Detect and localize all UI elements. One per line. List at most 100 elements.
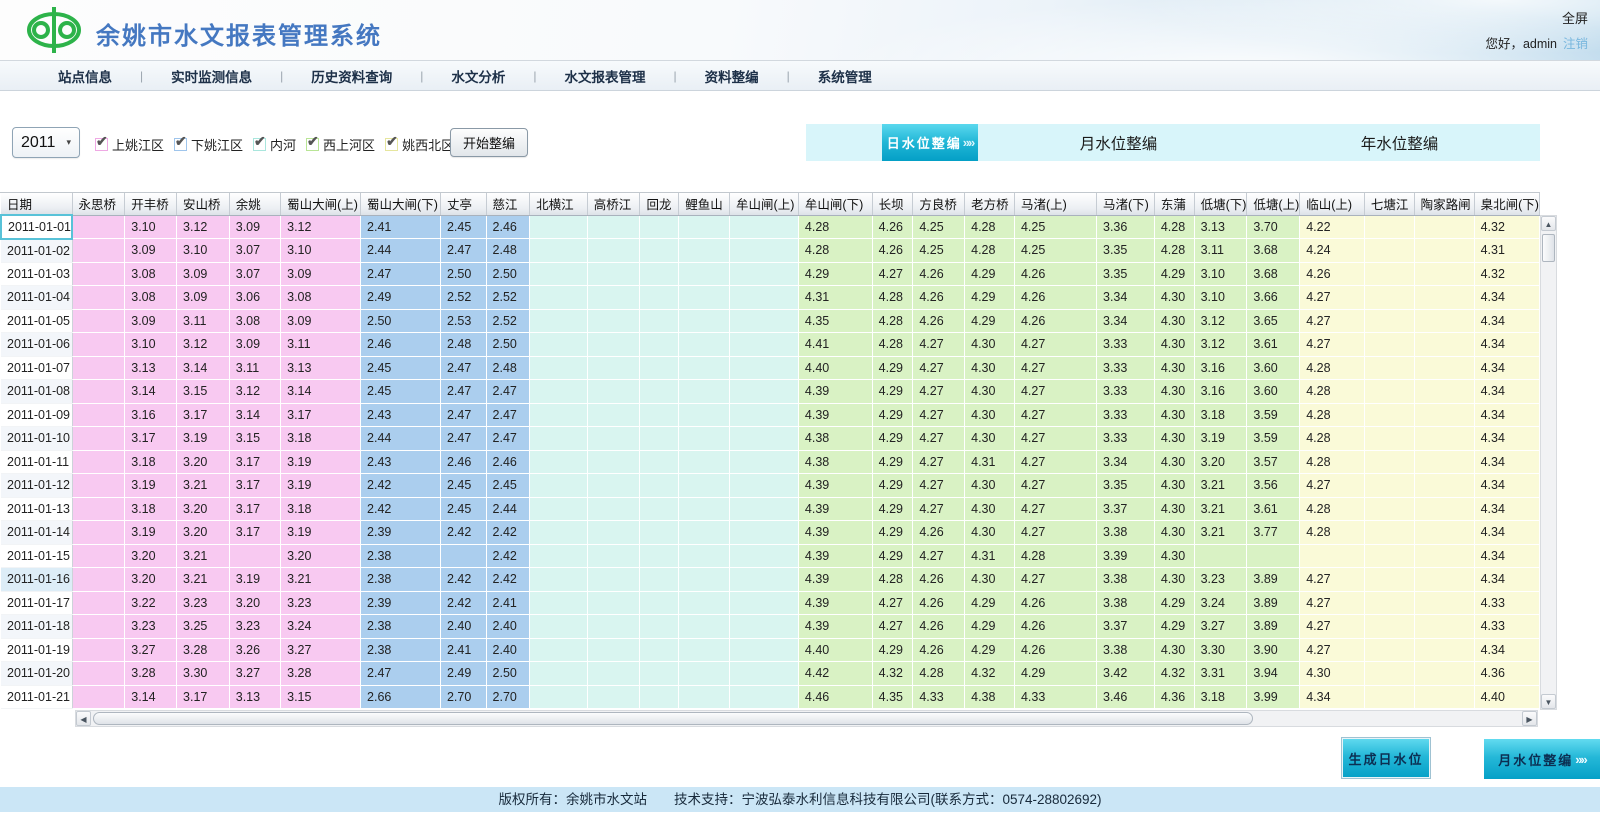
value-cell[interactable]: 4.27 bbox=[1014, 380, 1096, 404]
value-cell[interactable]: 4.30 bbox=[1154, 450, 1194, 474]
logout-link[interactable]: 注销 bbox=[1563, 37, 1588, 51]
value-cell[interactable]: 3.17 bbox=[177, 403, 230, 427]
value-cell[interactable]: 2.45 bbox=[440, 497, 486, 521]
date-cell[interactable]: 2011-01-19 bbox=[1, 638, 72, 662]
value-cell[interactable] bbox=[530, 450, 588, 474]
value-cell[interactable]: 2.50 bbox=[486, 333, 530, 357]
scroll-right-arrow-icon[interactable]: ▶ bbox=[1522, 711, 1537, 726]
value-cell[interactable] bbox=[730, 215, 799, 239]
value-cell[interactable]: 4.30 bbox=[1154, 309, 1194, 333]
value-cell[interactable]: 3.17 bbox=[177, 685, 230, 709]
value-cell[interactable] bbox=[730, 239, 799, 263]
value-cell[interactable]: 4.28 bbox=[965, 239, 1015, 263]
value-cell[interactable] bbox=[1247, 544, 1300, 568]
value-cell[interactable]: 3.59 bbox=[1247, 427, 1300, 451]
value-cell[interactable]: 3.46 bbox=[1097, 685, 1155, 709]
value-cell[interactable]: 4.30 bbox=[1154, 333, 1194, 357]
value-cell[interactable]: 3.13 bbox=[281, 356, 361, 380]
value-cell[interactable]: 2.52 bbox=[486, 309, 530, 333]
nav-item-6[interactable]: 资料整编 bbox=[677, 66, 787, 86]
value-cell[interactable]: 2.47 bbox=[440, 356, 486, 380]
value-cell[interactable]: 4.26 bbox=[872, 239, 913, 263]
value-cell[interactable]: 4.39 bbox=[798, 568, 872, 592]
value-cell[interactable]: 3.60 bbox=[1247, 356, 1300, 380]
value-cell[interactable]: 4.28 bbox=[798, 215, 872, 239]
value-cell[interactable]: 4.39 bbox=[798, 403, 872, 427]
value-cell[interactable]: 3.38 bbox=[1097, 591, 1155, 615]
value-cell[interactable]: 3.28 bbox=[281, 662, 361, 686]
value-cell[interactable] bbox=[679, 427, 730, 451]
value-cell[interactable]: 4.41 bbox=[798, 333, 872, 357]
value-cell[interactable]: 4.29 bbox=[872, 380, 913, 404]
value-cell[interactable]: 3.89 bbox=[1247, 591, 1300, 615]
value-cell[interactable]: 4.26 bbox=[913, 638, 965, 662]
nav-item-7[interactable]: 系统管理 bbox=[790, 66, 900, 86]
value-cell[interactable]: 4.27 bbox=[1300, 591, 1365, 615]
value-cell[interactable]: 4.27 bbox=[1300, 638, 1365, 662]
value-cell[interactable]: 2.39 bbox=[361, 521, 441, 545]
value-cell[interactable]: 4.26 bbox=[1014, 262, 1096, 286]
value-cell[interactable]: 4.34 bbox=[1474, 497, 1539, 521]
value-cell[interactable]: 4.30 bbox=[1154, 356, 1194, 380]
value-cell[interactable]: 4.27 bbox=[1300, 474, 1365, 498]
value-cell[interactable]: 3.10 bbox=[281, 239, 361, 263]
value-cell[interactable]: 4.28 bbox=[872, 309, 913, 333]
value-cell[interactable] bbox=[72, 615, 125, 639]
value-cell[interactable] bbox=[679, 215, 730, 239]
value-cell[interactable]: 4.27 bbox=[913, 427, 965, 451]
value-cell[interactable] bbox=[1414, 309, 1474, 333]
value-cell[interactable]: 4.29 bbox=[798, 262, 872, 286]
value-cell[interactable]: 3.12 bbox=[177, 215, 230, 239]
value-cell[interactable] bbox=[730, 356, 799, 380]
value-cell[interactable] bbox=[587, 333, 640, 357]
value-cell[interactable]: 3.61 bbox=[1247, 333, 1300, 357]
value-cell[interactable] bbox=[72, 685, 125, 709]
value-cell[interactable]: 4.27 bbox=[913, 497, 965, 521]
value-cell[interactable]: 2.47 bbox=[440, 239, 486, 263]
date-cell[interactable]: 2011-01-16 bbox=[1, 568, 72, 592]
value-cell[interactable]: 4.27 bbox=[1300, 568, 1365, 592]
value-cell[interactable] bbox=[1364, 380, 1414, 404]
value-cell[interactable]: 4.30 bbox=[1154, 497, 1194, 521]
value-cell[interactable]: 3.17 bbox=[229, 450, 280, 474]
tab-月水位整编[interactable]: 月水位整编 bbox=[978, 132, 1259, 154]
value-cell[interactable]: 3.16 bbox=[125, 403, 177, 427]
value-cell[interactable] bbox=[730, 309, 799, 333]
value-cell[interactable] bbox=[1364, 568, 1414, 592]
value-cell[interactable]: 3.56 bbox=[1247, 474, 1300, 498]
value-cell[interactable]: 3.14 bbox=[125, 685, 177, 709]
value-cell[interactable]: 3.21 bbox=[177, 474, 230, 498]
value-cell[interactable] bbox=[72, 309, 125, 333]
value-cell[interactable]: 2.45 bbox=[440, 215, 486, 239]
tab-日水位整编[interactable]: 日水位整编»» bbox=[882, 124, 978, 161]
nav-item-3[interactable]: 历史资料查询 bbox=[283, 66, 420, 86]
value-cell[interactable]: 4.34 bbox=[1474, 356, 1539, 380]
value-cell[interactable]: 4.39 bbox=[798, 521, 872, 545]
value-cell[interactable]: 3.17 bbox=[229, 521, 280, 545]
value-cell[interactable]: 3.10 bbox=[125, 333, 177, 357]
value-cell[interactable] bbox=[679, 521, 730, 545]
value-cell[interactable]: 4.30 bbox=[1300, 662, 1365, 686]
date-cell[interactable]: 2011-01-14 bbox=[1, 521, 72, 545]
value-cell[interactable]: 3.08 bbox=[125, 286, 177, 310]
value-cell[interactable]: 4.35 bbox=[872, 685, 913, 709]
date-cell[interactable]: 2011-01-01 bbox=[1, 215, 72, 239]
value-cell[interactable]: 4.29 bbox=[965, 309, 1015, 333]
checkbox-box[interactable]: ✔ bbox=[174, 138, 187, 151]
value-cell[interactable]: 3.23 bbox=[1194, 568, 1247, 592]
value-cell[interactable]: 4.30 bbox=[1154, 403, 1194, 427]
value-cell[interactable]: 3.18 bbox=[281, 427, 361, 451]
value-cell[interactable]: 2.38 bbox=[361, 638, 441, 662]
value-cell[interactable]: 3.35 bbox=[1097, 474, 1155, 498]
value-cell[interactable]: 4.40 bbox=[798, 638, 872, 662]
value-cell[interactable] bbox=[679, 638, 730, 662]
value-cell[interactable]: 3.33 bbox=[1097, 403, 1155, 427]
value-cell[interactable] bbox=[530, 262, 588, 286]
value-cell[interactable] bbox=[587, 685, 640, 709]
value-cell[interactable] bbox=[730, 497, 799, 521]
value-cell[interactable]: 3.33 bbox=[1097, 380, 1155, 404]
value-cell[interactable] bbox=[679, 262, 730, 286]
value-cell[interactable]: 4.27 bbox=[1014, 333, 1096, 357]
value-cell[interactable]: 4.26 bbox=[1014, 591, 1096, 615]
value-cell[interactable]: 3.12 bbox=[1194, 309, 1247, 333]
